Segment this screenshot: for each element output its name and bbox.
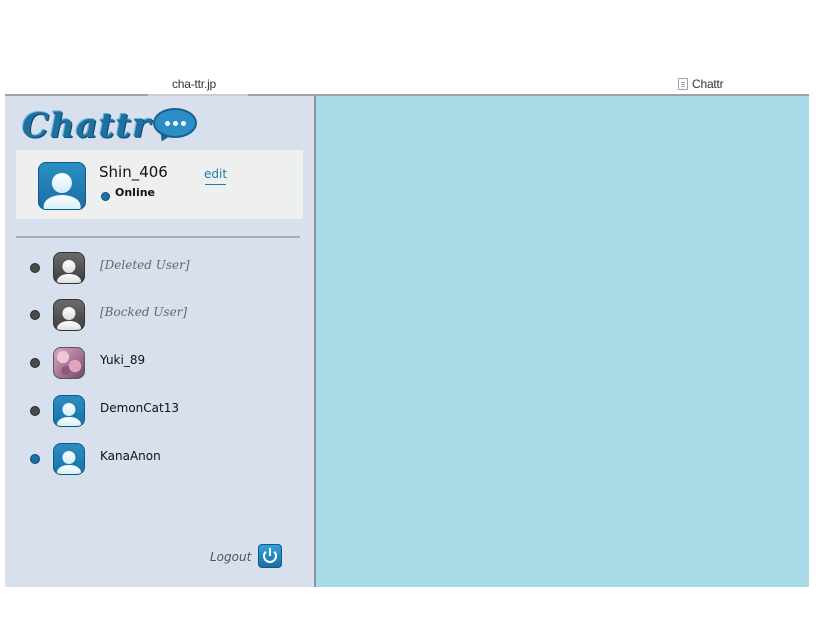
logout-button[interactable] <box>258 544 282 568</box>
avatar <box>38 162 86 210</box>
online-status-icon <box>30 454 40 464</box>
divider <box>16 236 300 238</box>
contact-name: Yuki_89 <box>100 353 146 367</box>
contact-item-deleted-user[interactable]: [Deleted User] <box>5 250 314 284</box>
chattr-logo: Chattr <box>22 106 198 146</box>
contact-item-yuki[interactable]: Yuki_89 <box>5 345 314 379</box>
logo-text: Chattr <box>22 106 152 146</box>
browser-tab[interactable]: Chattr <box>678 77 724 91</box>
page-icon <box>678 78 688 90</box>
user-icon <box>54 300 84 330</box>
avatar <box>53 443 85 475</box>
sidebar: Chattr Shin_406 Online edit [Deleted Use… <box>5 96 314 587</box>
avatar <box>53 299 85 331</box>
avatar <box>53 252 85 284</box>
speech-bubble-icon <box>153 108 198 138</box>
edit-profile-link[interactable]: edit <box>204 167 227 181</box>
contact-name: [Deleted User] <box>100 258 190 272</box>
avatar <box>53 395 85 427</box>
profile-status: Online <box>115 186 156 199</box>
offline-status-icon <box>30 358 40 368</box>
browser-tab-bar: cha-ttr.jp Chattr <box>0 72 816 94</box>
contact-name: [Bocked User] <box>100 305 188 319</box>
avatar-photo <box>53 347 85 379</box>
contact-name: KanaAnon <box>100 449 161 463</box>
user-icon <box>54 396 84 426</box>
logout-label[interactable]: Logout <box>210 550 251 564</box>
user-icon <box>39 163 85 209</box>
online-status-icon <box>101 192 110 201</box>
offline-status-icon <box>30 263 40 273</box>
edit-underline <box>205 184 226 185</box>
user-icon <box>54 253 84 283</box>
user-icon <box>54 444 84 474</box>
app-window: Chattr Shin_406 Online edit [Deleted Use… <box>5 96 809 587</box>
contact-item-blocked-user[interactable]: [Bocked User] <box>5 297 314 331</box>
offline-status-icon <box>30 406 40 416</box>
offline-status-icon <box>30 310 40 320</box>
chat-area <box>316 96 809 587</box>
contact-item-kanaanon[interactable]: KanaAnon <box>5 441 314 475</box>
profile-card: Shin_406 Online edit <box>16 150 303 219</box>
contact-name: DemonCat13 <box>100 401 179 415</box>
profile-username: Shin_406 <box>99 163 168 181</box>
contact-item-demoncat[interactable]: DemonCat13 <box>5 393 314 427</box>
tab-title: Chattr <box>692 77 724 91</box>
address-url[interactable]: cha-ttr.jp <box>172 77 216 91</box>
